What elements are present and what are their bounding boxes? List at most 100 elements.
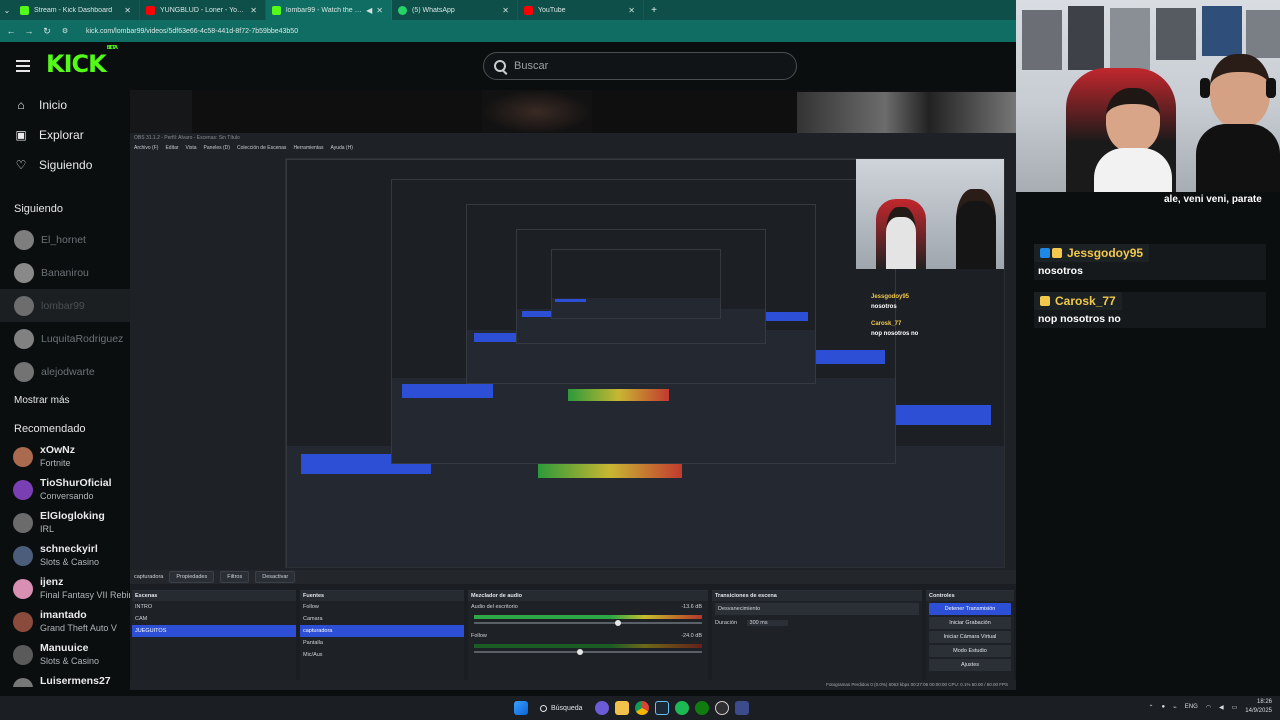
channel-name: ijenz xyxy=(40,576,64,588)
kick-logo[interactable]: KICKBETA xyxy=(46,45,118,78)
volume-icon[interactable]: ◀ xyxy=(1219,704,1224,711)
recommended-item[interactable]: Manuuice Slots & Casino xyxy=(0,638,130,671)
disable-button[interactable]: Desactivar xyxy=(255,571,296,583)
battery-icon[interactable]: ▭ xyxy=(1232,704,1238,711)
recommended-item[interactable]: TioShurOficial Conversando xyxy=(0,473,130,506)
audio-icon[interactable]: ◀ xyxy=(366,6,372,15)
chat-username[interactable]: Jessgodoy95 xyxy=(1067,246,1143,260)
microphone-icon[interactable]: ● xyxy=(1161,704,1165,710)
avatar xyxy=(13,546,33,566)
channel-category: Grand Theft Auto V xyxy=(40,623,117,633)
obs-menu-item[interactable]: Vista xyxy=(186,143,197,153)
url-field[interactable]: kick.com/lombar99/videos/5df63e66-4c58-4… xyxy=(86,28,298,35)
close-tab-icon[interactable]: ✕ xyxy=(628,6,635,15)
new-tab-button[interactable]: + xyxy=(644,5,664,16)
source-item[interactable]: Mic/Aux xyxy=(300,649,464,661)
volume-slider[interactable] xyxy=(474,649,702,655)
following-item[interactable]: Bananirou xyxy=(0,256,130,289)
following-item[interactable]: LuquitaRodriguez xyxy=(0,322,130,355)
source-item-selected[interactable]: capturadora xyxy=(300,625,464,637)
nav-home[interactable]: ⌂ Inicio xyxy=(0,90,130,120)
taskbar-search[interactable]: Búsqueda xyxy=(534,700,589,716)
scene-item[interactable]: CAM xyxy=(132,613,296,625)
chat-username[interactable]: Carosk_77 xyxy=(1055,294,1116,308)
nav-following[interactable]: ♡ Siguiendo xyxy=(0,150,130,180)
scene-item-selected[interactable]: JUEGUITOS xyxy=(132,625,296,637)
browser-tab[interactable]: Stream - Kick Dashboard ✕ xyxy=(14,0,140,20)
browser-tab-active[interactable]: lombar99 - Watch the VOD ◀ ✕ xyxy=(266,0,392,20)
channel-name: xOwNz xyxy=(40,444,76,456)
chevron-up-icon[interactable]: ⌃ xyxy=(1148,704,1153,711)
obs-menu-item[interactable]: Paneles (D) xyxy=(204,143,230,153)
wifi-icon[interactable]: ◠ xyxy=(1206,704,1211,711)
scene-item[interactable]: INTRO xyxy=(132,601,296,613)
obs-menu-bar: Archivo (F) Editar Vista Paneles (D) Col… xyxy=(130,143,1016,153)
xbox-icon[interactable] xyxy=(694,701,709,715)
transition-select[interactable]: Desvanecimiento xyxy=(715,603,919,615)
close-tab-icon[interactable]: ✕ xyxy=(502,6,509,15)
crown-badge-icon xyxy=(1052,248,1062,258)
recommended-item[interactable]: ijenz Final Fantasy VII Rebirth xyxy=(0,572,130,605)
tab-list-chevron-icon[interactable]: ⌄ xyxy=(0,6,14,15)
following-item[interactable]: alejodwarte xyxy=(0,355,130,388)
close-tab-icon[interactable]: ✕ xyxy=(376,6,383,15)
wall-poster xyxy=(1156,8,1196,60)
close-tab-icon[interactable]: ✕ xyxy=(124,6,131,15)
app-icon[interactable] xyxy=(734,701,749,715)
virtual-camera-button[interactable]: Iniciar Cámara Virtual xyxy=(929,631,1011,643)
following-item-selected[interactable]: lombar99 xyxy=(0,289,130,322)
chrome-icon[interactable] xyxy=(634,701,649,715)
back-arrow-icon[interactable]: ← xyxy=(4,26,18,36)
following-item[interactable]: El_hornet xyxy=(0,223,130,256)
channel-category: Slots & Casino xyxy=(40,557,100,567)
language-indicator[interactable]: ENG xyxy=(1185,704,1198,710)
search-input[interactable]: Buscar xyxy=(483,52,797,80)
following-name: Bananirou xyxy=(41,266,89,279)
forward-arrow-icon[interactable]: → xyxy=(22,26,36,36)
recommended-item[interactable]: schneckyirl Slots & Casino xyxy=(0,539,130,572)
stop-stream-button[interactable]: Detener Transmisión xyxy=(929,603,1011,615)
recommended-item[interactable]: xOwNz Fortnite xyxy=(0,440,130,473)
settings-button[interactable]: Ajustes xyxy=(929,659,1011,671)
close-tab-icon[interactable]: ✕ xyxy=(250,6,257,15)
nav-explore[interactable]: ▣ Explorar xyxy=(0,120,130,150)
spotify-icon[interactable] xyxy=(674,701,689,715)
avatar xyxy=(13,645,33,665)
windows-start-icon[interactable] xyxy=(514,701,528,715)
hamburger-menu-icon[interactable] xyxy=(16,60,30,72)
show-more-link[interactable]: Mostrar más xyxy=(0,390,130,412)
duration-input[interactable]: 300 ms xyxy=(746,620,788,626)
source-item[interactable]: Camara xyxy=(300,613,464,625)
file-explorer-icon[interactable] xyxy=(614,701,629,715)
copilot-icon[interactable] xyxy=(594,701,609,715)
channel-category: Final Fantasy VII Rebirth xyxy=(40,590,130,600)
obs-menu-item[interactable]: Herramientas xyxy=(293,143,323,153)
obs-menu-item[interactable]: Editar xyxy=(165,143,178,153)
recommended-item[interactable]: Luisermens27 xyxy=(0,671,130,687)
volume-slider[interactable] xyxy=(474,620,702,626)
browser-tab[interactable]: YouTube ✕ xyxy=(518,0,644,20)
obs-icon[interactable] xyxy=(714,701,729,715)
browser-tab[interactable]: (5) WhatsApp ✕ xyxy=(392,0,518,20)
filters-button[interactable]: Filtros xyxy=(220,571,250,583)
reload-icon[interactable]: ↻ xyxy=(40,26,54,37)
video-player[interactable]: OBS 31.1.2 - Perfil: Alvaro - Escenas: S… xyxy=(130,90,1016,690)
source-item[interactable]: Follow xyxy=(300,601,464,613)
browser-tab[interactable]: YUNGBLUD - Loner - YouTube ✕ xyxy=(140,0,266,20)
chat-message-text: ale, veni veni, parate xyxy=(1164,194,1262,205)
start-recording-button[interactable]: Iniciar Grabación xyxy=(929,617,1011,629)
properties-button[interactable]: Propiedades xyxy=(169,571,215,583)
recommended-item[interactable]: ElGlogloking IRL xyxy=(0,506,130,539)
obs-menu-item[interactable]: Archivo (F) xyxy=(134,143,158,153)
site-info-icon[interactable]: ⚙ xyxy=(58,27,72,35)
clock[interactable]: 18:26 14/9/2025 xyxy=(1245,698,1272,716)
steam-icon[interactable] xyxy=(654,701,669,715)
studio-mode-button[interactable]: Modo Estudio xyxy=(929,645,1011,657)
recommended-item[interactable]: imantado Grand Theft Auto V xyxy=(0,605,130,638)
chat-user-line: Carosk_77 xyxy=(1034,292,1122,310)
obs-menu-item[interactable]: Colección de Escenas xyxy=(237,143,286,153)
source-item[interactable]: Pantalla xyxy=(300,637,464,649)
obs-menu-item[interactable]: Ayuda (H) xyxy=(330,143,352,153)
mixer-title: Mezclador de audio xyxy=(468,591,708,601)
network-icon[interactable]: ⌁ xyxy=(1173,704,1177,711)
